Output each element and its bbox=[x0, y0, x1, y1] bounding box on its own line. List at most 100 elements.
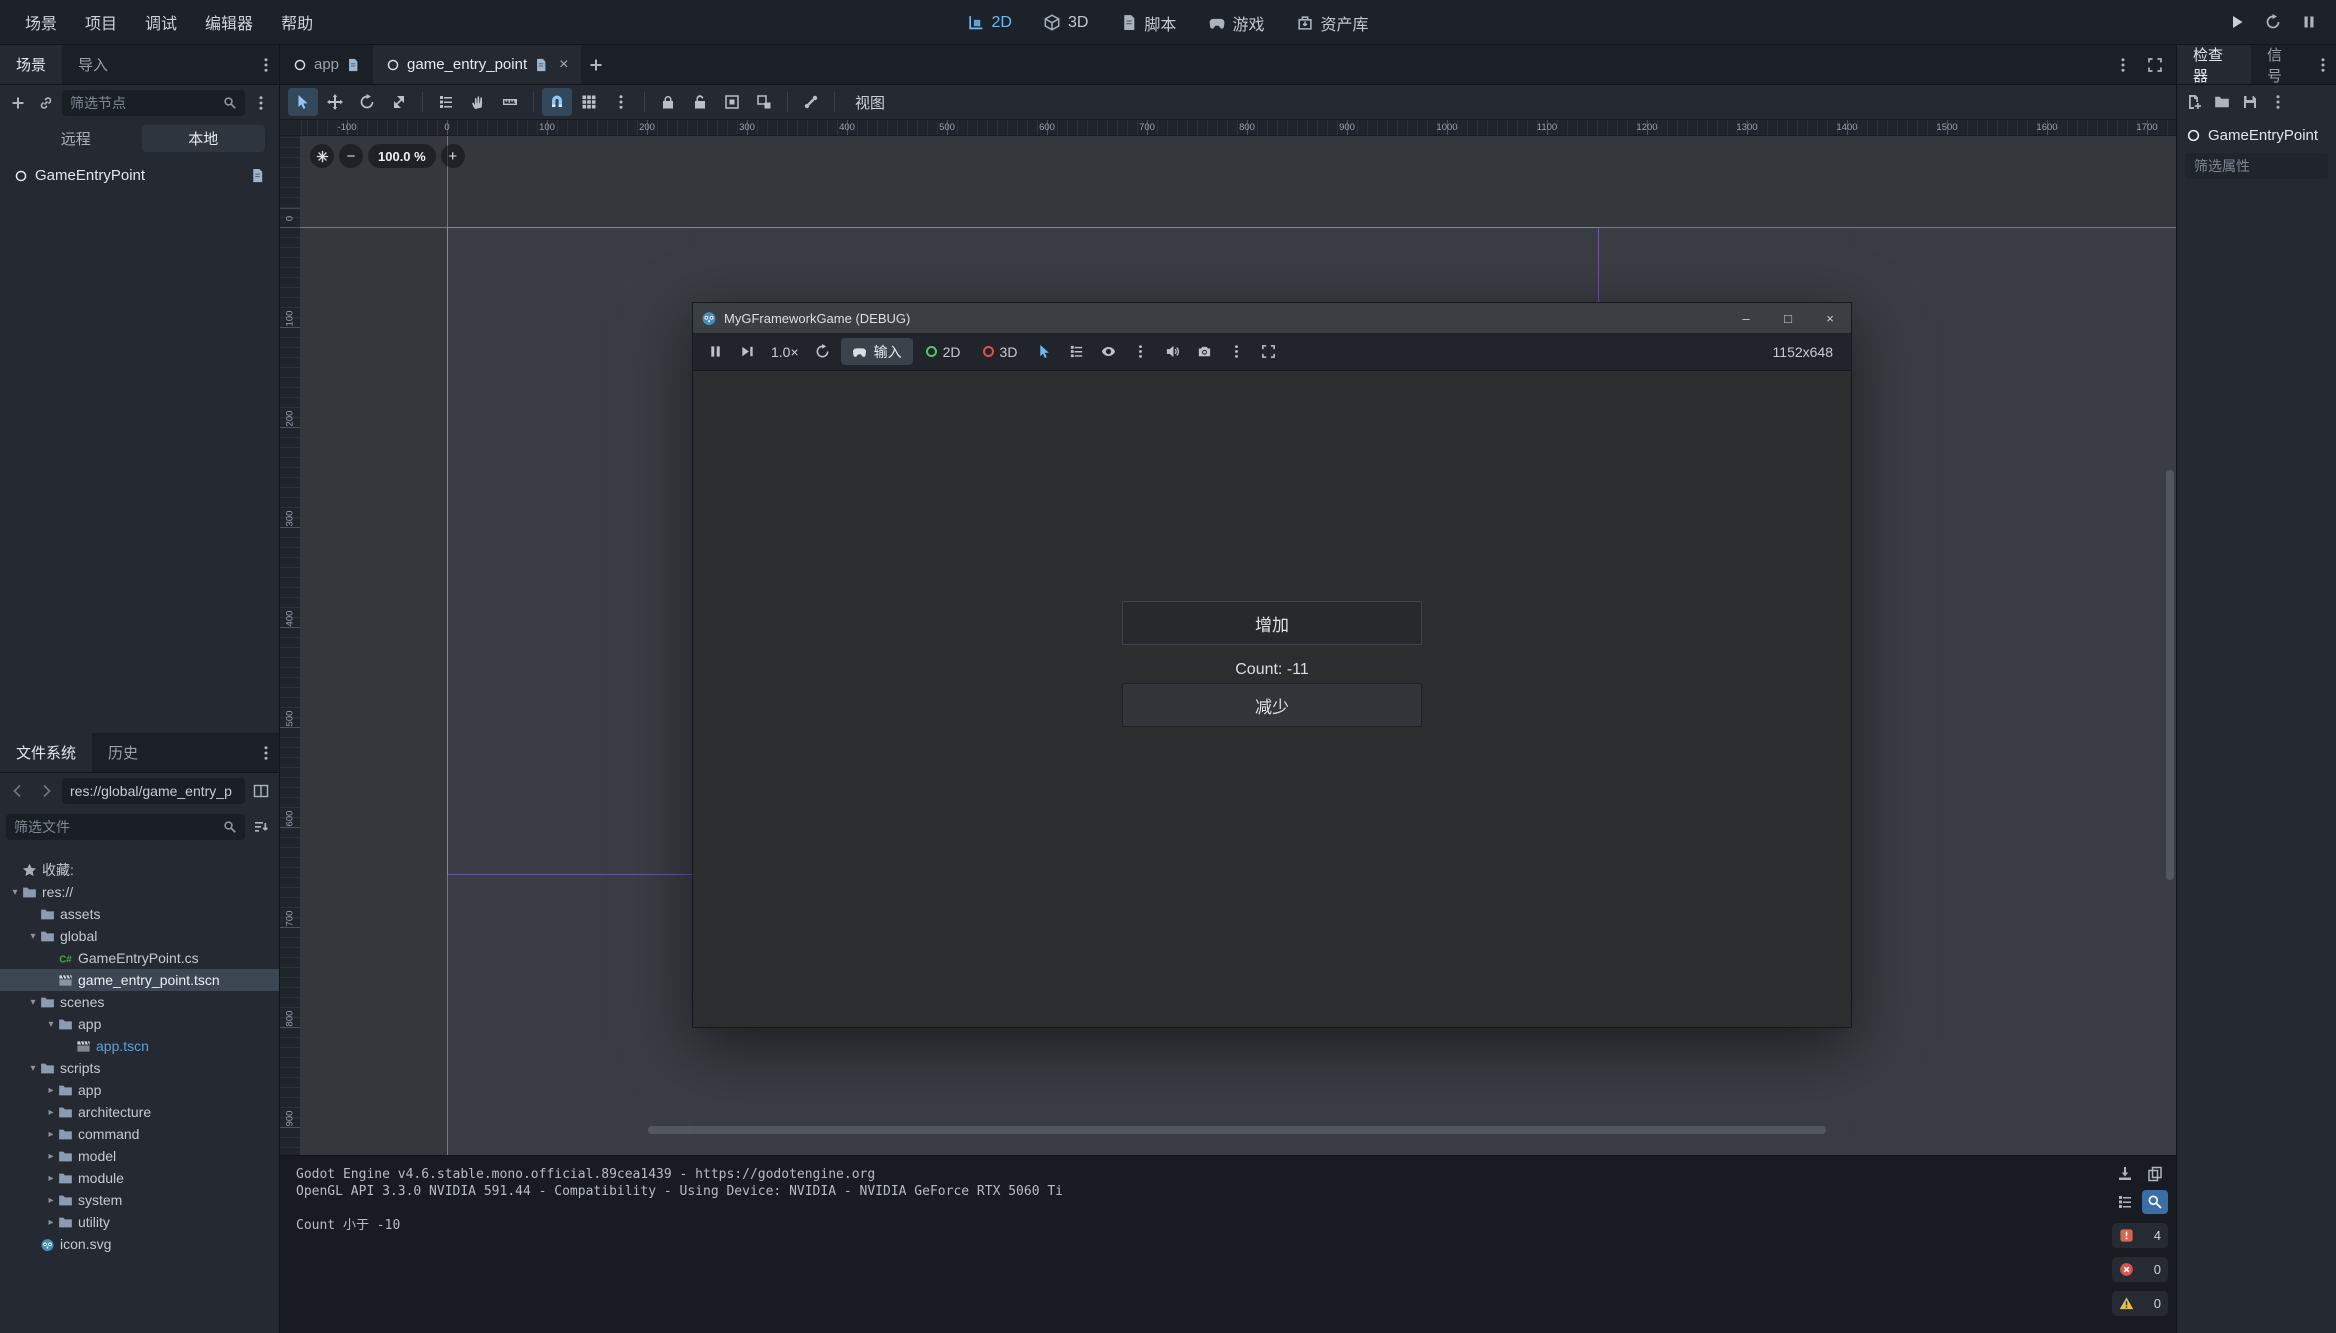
filter-properties-input[interactable]: 筛选属性 bbox=[2185, 153, 2328, 179]
new-resource-button[interactable] bbox=[2181, 89, 2207, 115]
menu-item[interactable]: 编辑器 bbox=[192, 5, 266, 39]
output-copy-button[interactable] bbox=[2142, 1162, 2168, 1186]
fs-tree-item[interactable]: ▾res:// bbox=[0, 881, 279, 903]
remote-tab[interactable]: 远程 bbox=[14, 125, 138, 152]
zoom-in-button[interactable]: + bbox=[441, 144, 465, 168]
workspace-tab[interactable]: 脚本 bbox=[1106, 5, 1190, 41]
zoom-out-button[interactable]: − bbox=[339, 144, 363, 168]
list-select-tool-button[interactable] bbox=[431, 88, 461, 116]
fs-tree-item[interactable]: ▾app bbox=[0, 1013, 279, 1035]
fs-tree-item[interactable]: ▸system bbox=[0, 1189, 279, 1211]
load-resource-button[interactable] bbox=[2209, 89, 2235, 115]
tree-arrow[interactable]: ▾ bbox=[26, 1063, 40, 1074]
restart-button[interactable] bbox=[2258, 8, 2288, 36]
increase-button[interactable]: 增加 bbox=[1122, 601, 1422, 645]
fs-tree-item[interactable]: ▸model bbox=[0, 1145, 279, 1167]
fs-tree-item[interactable]: ▸command bbox=[0, 1123, 279, 1145]
canvas-horizontal-scrollbar[interactable] bbox=[648, 1126, 1826, 1134]
canvas-vertical-scrollbar[interactable] bbox=[2166, 470, 2174, 880]
group-selected-button[interactable] bbox=[717, 88, 747, 116]
inspector-dock-menu-button[interactable] bbox=[2311, 52, 2336, 78]
workspace-tab[interactable]: 游戏 bbox=[1194, 5, 1278, 41]
unlock-selected-button[interactable] bbox=[685, 88, 715, 116]
output-warning-badge[interactable]: 0 bbox=[2112, 1291, 2168, 1316]
game-selection-options-button[interactable] bbox=[1126, 339, 1154, 365]
scene-dock-menu-button[interactable] bbox=[253, 52, 279, 78]
window-close-button[interactable]: × bbox=[1809, 303, 1851, 333]
tree-arrow[interactable]: ▸ bbox=[44, 1195, 58, 1206]
filesystem-dock-tab[interactable]: 文件系统 bbox=[0, 733, 92, 772]
tree-arrow[interactable]: ▸ bbox=[44, 1107, 58, 1118]
pan-tool-button[interactable] bbox=[463, 88, 493, 116]
filter-files-input[interactable]: 筛选文件 bbox=[6, 814, 245, 840]
tree-arrow[interactable]: ▾ bbox=[26, 931, 40, 942]
2d-mode-button[interactable]: 2D bbox=[917, 338, 970, 365]
fs-tree-item[interactable]: ▾global bbox=[0, 925, 279, 947]
scale-tool-button[interactable] bbox=[384, 88, 414, 116]
reset-speed-button[interactable] bbox=[809, 339, 837, 365]
input-mode-button[interactable]: 输入 bbox=[841, 338, 913, 365]
scene-dock-tab[interactable]: 导入 bbox=[62, 45, 124, 84]
workspace-tab[interactable]: 2D bbox=[954, 8, 1026, 38]
menu-item[interactable]: 调试 bbox=[132, 5, 190, 39]
tree-arrow[interactable]: ▾ bbox=[26, 997, 40, 1008]
game-debug-window[interactable]: MyGFrameworkGame (DEBUG) – □ × 1.0× 输入 2… bbox=[692, 302, 1852, 1028]
attached-script-icon[interactable] bbox=[250, 168, 265, 183]
fs-tree-item[interactable]: ▸app bbox=[0, 1079, 279, 1101]
fs-tree-item[interactable]: icon.svg bbox=[0, 1233, 279, 1255]
tree-arrow[interactable]: ▸ bbox=[44, 1217, 58, 1228]
menu-item[interactable]: 帮助 bbox=[268, 5, 326, 39]
decrease-button[interactable]: 减少 bbox=[1122, 683, 1422, 727]
fs-tree-item[interactable]: game_entry_point.tscn bbox=[0, 969, 279, 991]
tree-arrow[interactable]: ▸ bbox=[44, 1173, 58, 1184]
select-tool-button[interactable] bbox=[288, 88, 318, 116]
view-menu-button[interactable]: 视图 bbox=[843, 88, 897, 116]
scene-tab-list-button[interactable] bbox=[2108, 51, 2138, 79]
fs-tree-item[interactable]: assets bbox=[0, 903, 279, 925]
add-node-button[interactable] bbox=[6, 91, 30, 115]
game-list-select-button[interactable] bbox=[1062, 339, 1090, 365]
history-forward-button[interactable] bbox=[34, 779, 58, 803]
tree-arrow[interactable]: ▸ bbox=[44, 1129, 58, 1140]
scene-tree-root-node[interactable]: GameEntryPoint bbox=[4, 162, 275, 189]
inspector-dock-tab[interactable]: 信号 bbox=[2251, 45, 2311, 84]
rotate-tool-button[interactable] bbox=[352, 88, 382, 116]
fs-tree-item[interactable]: ▸architecture bbox=[0, 1101, 279, 1123]
tree-arrow[interactable]: ▸ bbox=[44, 1151, 58, 1162]
fs-tree-item[interactable]: ▾scenes bbox=[0, 991, 279, 1013]
move-tool-button[interactable] bbox=[320, 88, 350, 116]
suspend-button[interactable] bbox=[701, 339, 729, 365]
local-tab[interactable]: 本地 bbox=[142, 125, 266, 152]
play-button[interactable] bbox=[2222, 8, 2252, 36]
output-error-badge[interactable]: 0 bbox=[2112, 1257, 2168, 1282]
game-select-tool-button[interactable] bbox=[1030, 339, 1058, 365]
scene-tab-close-button[interactable]: × bbox=[559, 57, 568, 73]
inspector-dock-tab[interactable]: 检查器 bbox=[2177, 45, 2251, 84]
ruler-tool-button[interactable] bbox=[495, 88, 525, 116]
game-visibility-button[interactable] bbox=[1094, 339, 1122, 365]
tree-arrow[interactable]: ▾ bbox=[44, 1019, 58, 1030]
workspace-tab[interactable]: 3D bbox=[1030, 8, 1102, 38]
scene-tree-menu-button[interactable] bbox=[249, 91, 273, 115]
zoom-level[interactable]: 100.0 % bbox=[368, 144, 436, 168]
output-collapse-button[interactable] bbox=[2112, 1190, 2138, 1214]
grid-snap-toggle[interactable] bbox=[574, 88, 604, 116]
distraction-free-button[interactable] bbox=[2140, 51, 2170, 79]
smart-snap-toggle[interactable] bbox=[542, 88, 572, 116]
game-window-titlebar[interactable]: MyGFrameworkGame (DEBUG) – □ × bbox=[693, 303, 1851, 333]
next-frame-button[interactable] bbox=[733, 339, 761, 365]
file-sort-button[interactable] bbox=[249, 815, 273, 839]
toggle-split-mode-button[interactable] bbox=[249, 779, 273, 803]
output-message-badge[interactable]: 4 bbox=[2112, 1223, 2168, 1248]
3d-mode-button[interactable]: 3D bbox=[974, 338, 1027, 365]
center-view-button[interactable] bbox=[310, 144, 334, 168]
lock-selected-button[interactable] bbox=[653, 88, 683, 116]
fs-tree-item[interactable]: ▸utility bbox=[0, 1211, 279, 1233]
window-maximize-button[interactable]: □ bbox=[1767, 303, 1809, 333]
scene-tab[interactable]: app bbox=[280, 45, 373, 84]
menu-item[interactable]: 场景 bbox=[12, 5, 70, 39]
resource-options-button[interactable] bbox=[2265, 89, 2291, 115]
skeleton-options-button[interactable] bbox=[796, 88, 826, 116]
mute-audio-button[interactable] bbox=[1158, 339, 1186, 365]
tree-arrow[interactable]: ▸ bbox=[44, 1085, 58, 1096]
